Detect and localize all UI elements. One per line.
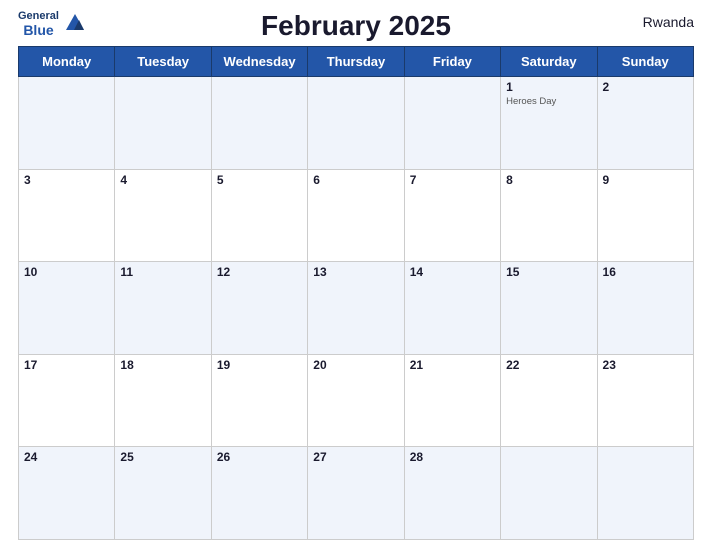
weekday-friday: Friday: [404, 47, 500, 77]
day-cell-feb16: 16: [597, 262, 693, 355]
day-number: 10: [24, 265, 109, 279]
weekday-thursday: Thursday: [308, 47, 404, 77]
day-cell: [211, 77, 307, 170]
day-cell-feb1: 1 Heroes Day: [501, 77, 597, 170]
day-number: 19: [217, 358, 302, 372]
day-number: 11: [120, 265, 205, 279]
day-cell-feb14: 14: [404, 262, 500, 355]
day-number: 25: [120, 450, 205, 464]
day-cell-feb25: 25: [115, 447, 211, 540]
calendar-body: 1 Heroes Day 2 3 4 5 6 7 8 9 10 11 12 13…: [19, 77, 694, 540]
day-number: 15: [506, 265, 591, 279]
weekday-header-row: Monday Tuesday Wednesday Thursday Friday…: [19, 47, 694, 77]
day-cell: [308, 77, 404, 170]
day-cell-feb15: 15: [501, 262, 597, 355]
day-cell-empty2: [597, 447, 693, 540]
calendar-week-3: 10 11 12 13 14 15 16: [19, 262, 694, 355]
day-number: 17: [24, 358, 109, 372]
day-number: 8: [506, 173, 591, 187]
page-title: February 2025: [261, 10, 451, 42]
weekday-wednesday: Wednesday: [211, 47, 307, 77]
day-cell-feb24: 24: [19, 447, 115, 540]
holiday-label: Heroes Day: [506, 96, 591, 107]
day-number: 24: [24, 450, 109, 464]
day-number: 4: [120, 173, 205, 187]
day-cell: [19, 77, 115, 170]
day-cell-feb20: 20: [308, 354, 404, 447]
day-number: 18: [120, 358, 205, 372]
calendar-header: General Blue February 2025 Rwanda: [18, 10, 694, 42]
day-cell-feb8: 8: [501, 169, 597, 262]
calendar-week-5: 24 25 26 27 28: [19, 447, 694, 540]
calendar-week-1: 1 Heroes Day 2: [19, 77, 694, 170]
calendar-weekdays-header: Monday Tuesday Wednesday Thursday Friday…: [19, 47, 694, 77]
day-number: 21: [410, 358, 495, 372]
day-number: 3: [24, 173, 109, 187]
day-cell-feb12: 12: [211, 262, 307, 355]
day-cell-feb3: 3: [19, 169, 115, 262]
day-number: 13: [313, 265, 398, 279]
day-number: 27: [313, 450, 398, 464]
day-number: 23: [603, 358, 688, 372]
logo-mountain-icon: [64, 12, 86, 34]
country-label: Rwanda: [643, 14, 694, 30]
day-number: 7: [410, 173, 495, 187]
day-cell-feb17: 17: [19, 354, 115, 447]
day-cell-feb19: 19: [211, 354, 307, 447]
calendar-week-4: 17 18 19 20 21 22 23: [19, 354, 694, 447]
weekday-tuesday: Tuesday: [115, 47, 211, 77]
day-cell-feb13: 13: [308, 262, 404, 355]
day-number: 1: [506, 80, 591, 94]
day-number: 26: [217, 450, 302, 464]
calendar-week-2: 3 4 5 6 7 8 9: [19, 169, 694, 262]
day-cell-feb23: 23: [597, 354, 693, 447]
day-cell-feb22: 22: [501, 354, 597, 447]
day-cell: [115, 77, 211, 170]
day-cell-feb27: 27: [308, 447, 404, 540]
day-cell-feb26: 26: [211, 447, 307, 540]
day-cell-feb21: 21: [404, 354, 500, 447]
day-number: 14: [410, 265, 495, 279]
day-number: 20: [313, 358, 398, 372]
day-number: 16: [603, 265, 688, 279]
day-cell-feb2: 2: [597, 77, 693, 170]
day-cell-feb5: 5: [211, 169, 307, 262]
day-cell-feb9: 9: [597, 169, 693, 262]
weekday-sunday: Sunday: [597, 47, 693, 77]
day-number: 2: [603, 80, 688, 94]
weekday-monday: Monday: [19, 47, 115, 77]
logo-blue-text: Blue: [23, 23, 53, 38]
day-number: 22: [506, 358, 591, 372]
day-cell: [404, 77, 500, 170]
day-cell-empty1: [501, 447, 597, 540]
weekday-saturday: Saturday: [501, 47, 597, 77]
day-number: 12: [217, 265, 302, 279]
day-number: 28: [410, 450, 495, 464]
day-cell-feb28: 28: [404, 447, 500, 540]
day-number: 6: [313, 173, 398, 187]
day-number: 9: [603, 173, 688, 187]
day-cell-feb10: 10: [19, 262, 115, 355]
day-cell-feb4: 4: [115, 169, 211, 262]
day-number: 5: [217, 173, 302, 187]
day-cell-feb11: 11: [115, 262, 211, 355]
calendar-table: Monday Tuesday Wednesday Thursday Friday…: [18, 46, 694, 540]
day-cell-feb18: 18: [115, 354, 211, 447]
day-cell-feb7: 7: [404, 169, 500, 262]
logo: General Blue: [18, 10, 86, 39]
day-cell-feb6: 6: [308, 169, 404, 262]
